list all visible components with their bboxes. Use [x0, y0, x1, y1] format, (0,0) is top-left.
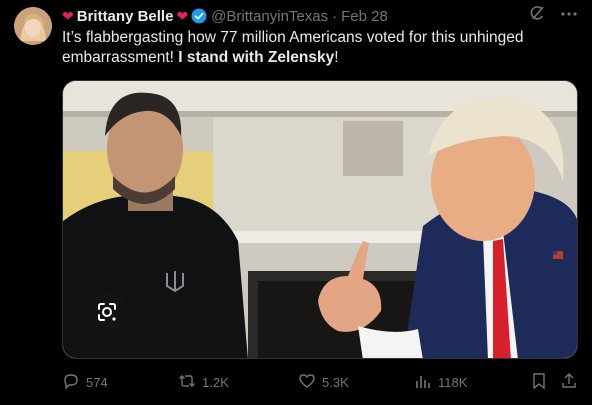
separator-dot: · — [332, 7, 338, 25]
repost-count: 1.2K — [202, 375, 229, 390]
lens-icon — [95, 300, 119, 329]
tweet-actions-bar: 574 1.2K 5.3K 118K — [62, 372, 580, 392]
verified-badge-icon — [191, 8, 207, 24]
more-icon[interactable] — [560, 5, 578, 28]
tweet-text: It’s flabbergasting how 77 million Ameri… — [62, 28, 572, 68]
repost-button[interactable]: 1.2K — [178, 372, 229, 393]
tweet-text-end: ! — [334, 49, 339, 66]
grok-icon[interactable] — [528, 5, 546, 28]
tweet-header: ❤ Brittany Belle ❤ @BrittanyinTexas · Fe… — [62, 5, 578, 28]
lens-search-button[interactable] — [85, 292, 129, 336]
views-button[interactable]: 118K — [414, 372, 467, 393]
share-icon — [560, 372, 578, 393]
tweet-photo[interactable] — [62, 80, 578, 359]
views-icon — [414, 372, 432, 393]
reply-count: 574 — [86, 375, 108, 390]
header-actions — [528, 5, 578, 28]
bookmark-icon — [530, 372, 548, 393]
bookmark-button[interactable] — [530, 372, 548, 393]
heart-emoji-icon: ❤ — [176, 8, 189, 24]
like-icon — [298, 372, 316, 393]
author-handle[interactable]: @BrittanyinTexas — [211, 8, 328, 25]
share-button[interactable] — [560, 372, 578, 393]
author-display-name[interactable]: Brittany Belle — [77, 8, 174, 25]
heart-emoji-icon: ❤ — [62, 8, 74, 24]
reply-icon — [62, 372, 80, 393]
like-count: 5.3K — [322, 375, 349, 390]
like-button[interactable]: 5.3K — [298, 372, 349, 393]
tweet-date[interactable]: Feb 28 — [341, 8, 388, 25]
views-count: 118K — [438, 375, 468, 390]
reply-button[interactable]: 574 — [62, 372, 108, 393]
avatar[interactable] — [14, 7, 52, 45]
repost-icon — [178, 372, 196, 393]
tweet-text-bold: I stand with Zelensky — [178, 49, 335, 66]
